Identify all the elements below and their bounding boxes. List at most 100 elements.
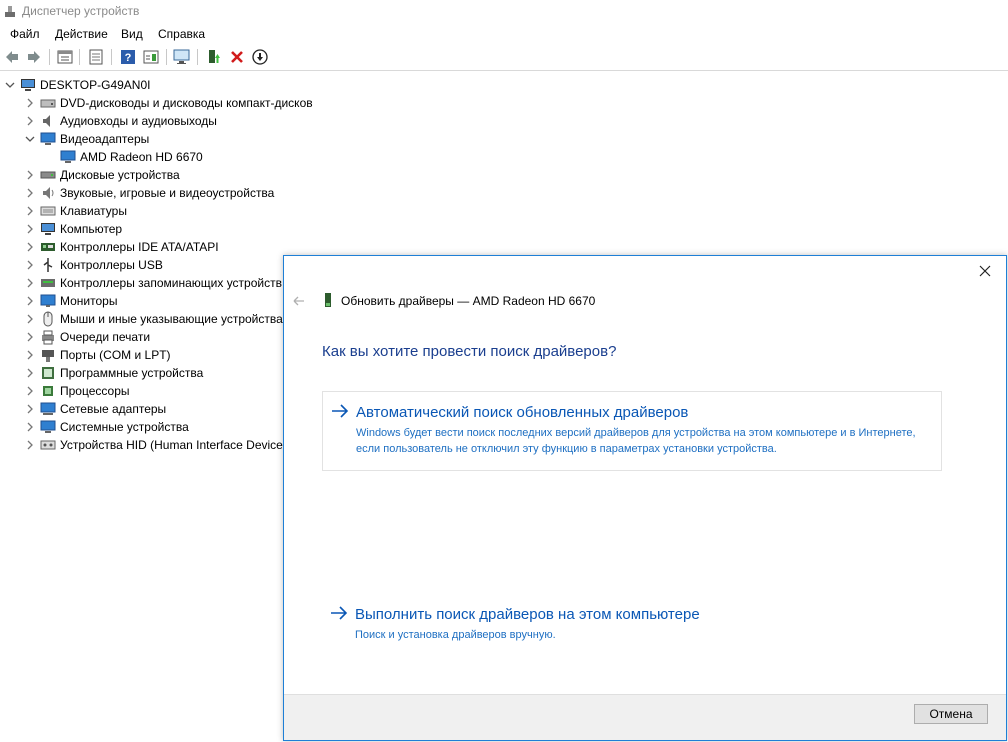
chevron-right-icon[interactable]: [24, 346, 36, 364]
tree-category-item[interactable]: Звуковые, игровые и видеоустройства: [24, 184, 274, 202]
title-bar: Диспетчер устройств: [0, 0, 1008, 24]
back-arrow-icon[interactable]: [2, 47, 22, 67]
dialog-question: Как вы хотите провести поиск драйверов?: [322, 343, 617, 360]
chevron-right-icon[interactable]: [24, 310, 36, 328]
scan-hardware-icon[interactable]: [172, 47, 192, 67]
tree-item-label: Мыши и иные указывающие устройства: [60, 312, 283, 326]
tree-item-label: Звуковые, игровые и видеоустройства: [60, 186, 275, 200]
menu-view[interactable]: Вид: [121, 27, 143, 41]
back-arrow-icon[interactable]: [292, 294, 306, 308]
update-drivers-dialog: Обновить драйверы — AMD Radeon HD 6670 К…: [283, 255, 1007, 741]
toolbar-separator: [79, 49, 80, 65]
monitor-icon: [40, 293, 56, 309]
chevron-right-icon[interactable]: [24, 220, 36, 238]
auto-search-desc: Windows будет вести поиск последних верс…: [356, 427, 916, 455]
chevron-right-icon[interactable]: [24, 184, 36, 202]
tree-category-item[interactable]: DVD-дисководы и дисководы компакт-дисков: [24, 94, 313, 112]
dialog-footer: Отмена: [284, 694, 1006, 740]
hid-icon: [40, 437, 56, 453]
arrow-right-icon: [332, 404, 349, 418]
tree-category-item[interactable]: Сетевые адаптеры: [24, 400, 166, 418]
device-manager-icon: [5, 6, 15, 17]
tree-child-item[interactable]: AMD Radeon HD 6670: [42, 148, 203, 166]
menu-action[interactable]: Действие: [55, 27, 108, 41]
manual-search-option[interactable]: Выполнить поиск драйверов на этом компью…: [322, 594, 940, 646]
tree-item-label: Процессоры: [60, 384, 130, 398]
tree-category-item[interactable]: Компьютер: [24, 220, 122, 238]
toolbar-separator: [111, 49, 112, 65]
cancel-button[interactable]: Отмена: [914, 704, 988, 724]
tree-item-label: DVD-дисководы и дисководы компакт-дисков: [60, 96, 313, 110]
tree-category-item[interactable]: Дисковые устройства: [24, 166, 180, 184]
tree-category-item[interactable]: Процессоры: [24, 382, 130, 400]
tree-item-label: Порты (COM и LPT): [60, 348, 171, 362]
tree-item-label: Мониторы: [60, 294, 118, 308]
tree-category-item[interactable]: Контроллеры запоминающих устройств: [24, 274, 282, 292]
tree-category-item[interactable]: Контроллеры IDE ATA/ATAPI: [24, 238, 219, 256]
tree-item-label: Аудиовходы и аудиовыходы: [60, 114, 217, 128]
chevron-right-icon[interactable]: [24, 418, 36, 436]
tree-item-label: Компьютер: [60, 222, 123, 236]
auto-search-option[interactable]: Автоматический поиск обновленных драйвер…: [322, 391, 942, 471]
chevron-right-icon[interactable]: [24, 292, 36, 310]
chevron-right-icon[interactable]: [24, 202, 36, 220]
keyboard-icon: [40, 203, 56, 219]
tree-category-item[interactable]: Клавиатуры: [24, 202, 127, 220]
chevron-right-icon[interactable]: [24, 274, 36, 292]
close-icon[interactable]: [978, 264, 992, 278]
tree-item-label: Программные устройства: [60, 366, 204, 380]
chevron-right-icon[interactable]: [24, 256, 36, 274]
mouse-icon: [40, 311, 56, 327]
tree-category-item[interactable]: Устройства HID (Human Interface Devices): [24, 436, 293, 454]
uninstall-device-icon[interactable]: [227, 47, 247, 67]
disable-device-icon[interactable]: [250, 47, 270, 67]
tree-category-item[interactable]: Порты (COM и LPT): [24, 346, 171, 364]
chevron-right-icon[interactable]: [24, 328, 36, 346]
tree-category-item[interactable]: Программные устройства: [24, 364, 203, 382]
tree-category-item[interactable]: Очереди печати: [24, 328, 150, 346]
chevron-right-icon[interactable]: [24, 400, 36, 418]
chevron-right-icon[interactable]: [24, 436, 36, 454]
help-icon[interactable]: ?: [118, 47, 138, 67]
menu-bar: Файл Действие Вид Справка: [0, 24, 1008, 44]
tree-item-label: Устройства HID (Human Interface Devices): [60, 438, 293, 452]
tree-root-label: DESKTOP-G49AN0I: [40, 78, 151, 92]
menu-file[interactable]: Файл: [10, 27, 40, 41]
menu-help[interactable]: Справка: [158, 27, 205, 41]
toolbar-separator: [166, 49, 167, 65]
toolbar-separator: [49, 49, 50, 65]
disk-drive-icon: [40, 167, 56, 183]
tree-item-label: Очереди печати: [60, 330, 151, 344]
tree-category-item[interactable]: Мониторы: [24, 292, 117, 310]
display-adapter-icon: [60, 149, 76, 165]
network-adapter-icon: [40, 401, 56, 417]
chevron-right-icon[interactable]: [24, 238, 36, 256]
document-list-icon[interactable]: [86, 47, 106, 67]
tree-category-item[interactable]: Контроллеры USB: [24, 256, 163, 274]
tree-category-item[interactable]: Мыши и иные указывающие устройства: [24, 310, 283, 328]
chevron-down-icon[interactable]: [4, 76, 16, 94]
properties-icon[interactable]: [55, 47, 75, 67]
tree-item-label: Контроллеры запоминающих устройств: [60, 276, 282, 290]
tree-item-label: Дисковые устройства: [60, 168, 180, 182]
chevron-right-icon[interactable]: [24, 94, 36, 112]
processor-icon: [40, 383, 56, 399]
manual-search-title: Выполнить поиск драйверов на этом компью…: [355, 606, 700, 623]
forward-arrow-icon[interactable]: [24, 47, 44, 67]
update-driver-icon[interactable]: [204, 47, 224, 67]
action-pane-icon[interactable]: [141, 47, 161, 67]
computer-icon: [20, 77, 36, 93]
port-icon: [40, 347, 56, 363]
tree-category-item[interactable]: Аудиовходы и аудиовыходы: [24, 112, 217, 130]
system-device-icon: [40, 419, 56, 435]
chevron-right-icon[interactable]: [24, 364, 36, 382]
tree-root[interactable]: DESKTOP-G49AN0I: [4, 76, 150, 94]
tree-category-item[interactable]: Видеоадаптеры: [24, 130, 149, 148]
display-adapter-icon: [40, 131, 56, 147]
tree-item-label: Контроллеры IDE ATA/ATAPI: [60, 240, 219, 254]
chevron-down-icon[interactable]: [24, 130, 36, 148]
chevron-right-icon[interactable]: [24, 112, 36, 130]
chevron-right-icon[interactable]: [24, 382, 36, 400]
tree-category-item[interactable]: Системные устройства: [24, 418, 189, 436]
chevron-right-icon[interactable]: [24, 166, 36, 184]
